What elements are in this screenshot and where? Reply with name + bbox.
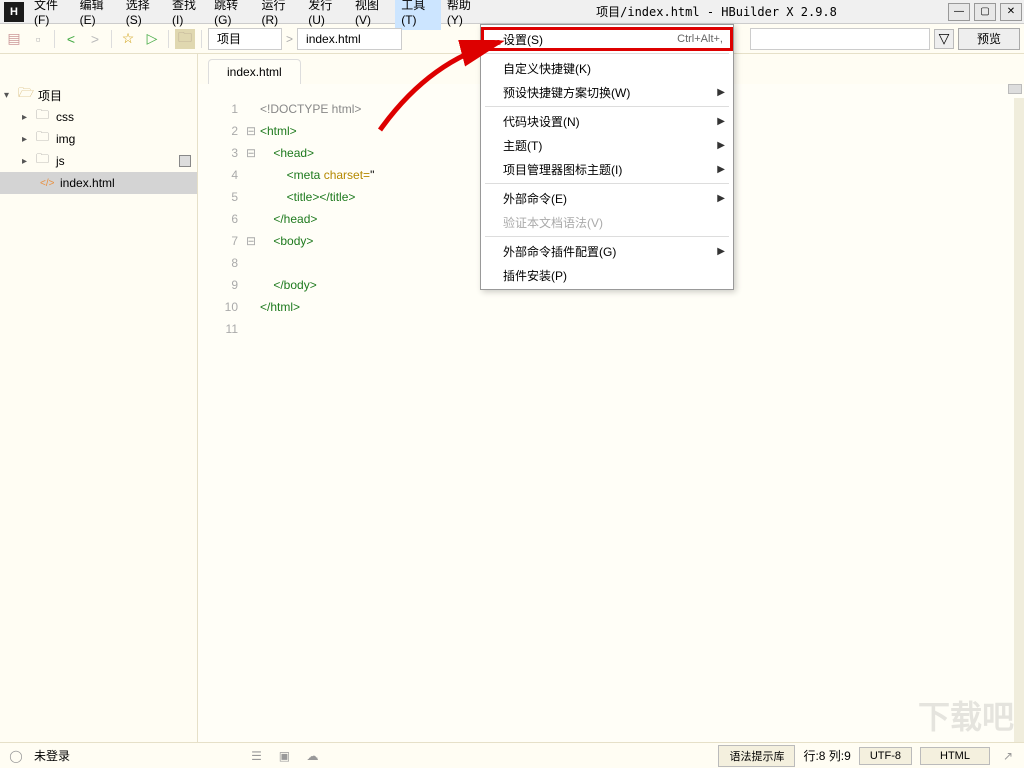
preview-button[interactable]: 预览 — [958, 28, 1020, 50]
tree-folder-js[interactable]: ▸🗀js — [0, 150, 197, 172]
menu-8[interactable]: 工具(T) — [395, 0, 441, 30]
tree-file-index[interactable]: </>index.html — [0, 172, 197, 194]
star-icon[interactable]: ☆ — [118, 29, 138, 49]
menubar: 文件(F)编辑(E)选择(S)查找(I)跳转(G)运行(R)发行(U)视图(V)… — [28, 0, 487, 30]
cloud-icon[interactable]: ☁ — [302, 746, 322, 766]
language-button[interactable]: HTML — [920, 747, 990, 765]
filter-icon[interactable]: ▽ — [934, 29, 954, 49]
search-input[interactable] — [750, 28, 930, 50]
tab-index-html[interactable]: index.html — [208, 59, 301, 84]
app-icon: H — [4, 2, 24, 22]
tree-folder-css[interactable]: ▸🗀css — [0, 106, 197, 128]
menu-5[interactable]: 运行(R) — [256, 0, 303, 30]
folder-icon[interactable]: 🗀 — [175, 29, 195, 49]
menu-item[interactable]: 外部命令(E)▶ — [481, 186, 733, 210]
tree-folder-img[interactable]: ▸🗀img — [0, 128, 197, 150]
list-icon[interactable]: ☰ — [246, 746, 266, 766]
menu-item[interactable]: 插件安装(P) — [481, 263, 733, 287]
forward-icon[interactable]: > — [85, 29, 105, 49]
menu-item[interactable]: 代码块设置(N)▶ — [481, 109, 733, 133]
maximize-button[interactable]: ▢ — [974, 3, 996, 21]
menu-7[interactable]: 视图(V) — [349, 0, 395, 30]
login-status[interactable]: 未登录 — [34, 747, 70, 764]
menu-item[interactable]: 项目管理器图标主题(I)▶ — [481, 157, 733, 181]
project-sidebar: ▾🗁项目 ▸🗀css▸🗀img▸🗀js </>index.html — [0, 54, 198, 742]
menu-item[interactable]: 自定义快捷键(K) — [481, 56, 733, 80]
menu-item: 验证本文档语法(V) — [481, 210, 733, 234]
menu-4[interactable]: 跳转(G) — [208, 0, 255, 30]
breadcrumb-file[interactable]: index.html — [297, 28, 402, 50]
syntax-hint-button[interactable]: 语法提示库 — [718, 745, 795, 767]
new-file-icon[interactable]: ▤ — [4, 29, 24, 49]
cursor-position: 行:8 列:9 — [803, 747, 850, 764]
menu-6[interactable]: 发行(U) — [302, 0, 349, 30]
menu-item[interactable]: 外部命令插件配置(G)▶ — [481, 239, 733, 263]
close-button[interactable]: ✕ — [1000, 3, 1022, 21]
window-title: 项目/index.html - HBuilder X 2.9.8 — [487, 3, 946, 20]
expand-icon[interactable]: ↗ — [998, 746, 1018, 766]
tools-dropdown: 设置(S)Ctrl+Alt+, 自定义快捷键(K)预设快捷键方案切换(W)▶ 代码块… — [480, 24, 734, 290]
run-icon[interactable]: ▷ — [142, 29, 162, 49]
back-icon[interactable]: < — [61, 29, 81, 49]
menu-3[interactable]: 查找(I) — [166, 0, 208, 30]
save-icon[interactable]: ▫ — [28, 29, 48, 49]
menu-item[interactable]: 预设快捷键方案切换(W)▶ — [481, 80, 733, 104]
user-icon[interactable]: ◯ — [6, 746, 26, 766]
editor-scrollbar[interactable] — [1014, 98, 1024, 742]
menu-2[interactable]: 选择(S) — [120, 0, 166, 30]
menu-item[interactable]: 主题(T)▶ — [481, 133, 733, 157]
menu-item[interactable]: 设置(S)Ctrl+Alt+, — [481, 27, 733, 51]
tree-root[interactable]: ▾🗁项目 — [0, 84, 197, 106]
titlebar: H 文件(F)编辑(E)选择(S)查找(I)跳转(G)运行(R)发行(U)视图(… — [0, 0, 1024, 24]
statusbar: ◯ 未登录 ☰ ▣ ☁ 语法提示库 行:8 列:9 UTF-8 HTML ↗ — [0, 742, 1024, 768]
minimize-button[interactable]: — — [948, 3, 970, 21]
menu-1[interactable]: 编辑(E) — [74, 0, 120, 30]
window-controls: — ▢ ✕ — [946, 3, 1024, 21]
encoding-button[interactable]: UTF-8 — [859, 747, 912, 765]
breadcrumb-project[interactable]: 项目 — [208, 28, 282, 50]
menu-0[interactable]: 文件(F) — [28, 0, 74, 30]
terminal-icon[interactable]: ▣ — [274, 746, 294, 766]
scrollbar-up[interactable] — [1008, 84, 1022, 94]
